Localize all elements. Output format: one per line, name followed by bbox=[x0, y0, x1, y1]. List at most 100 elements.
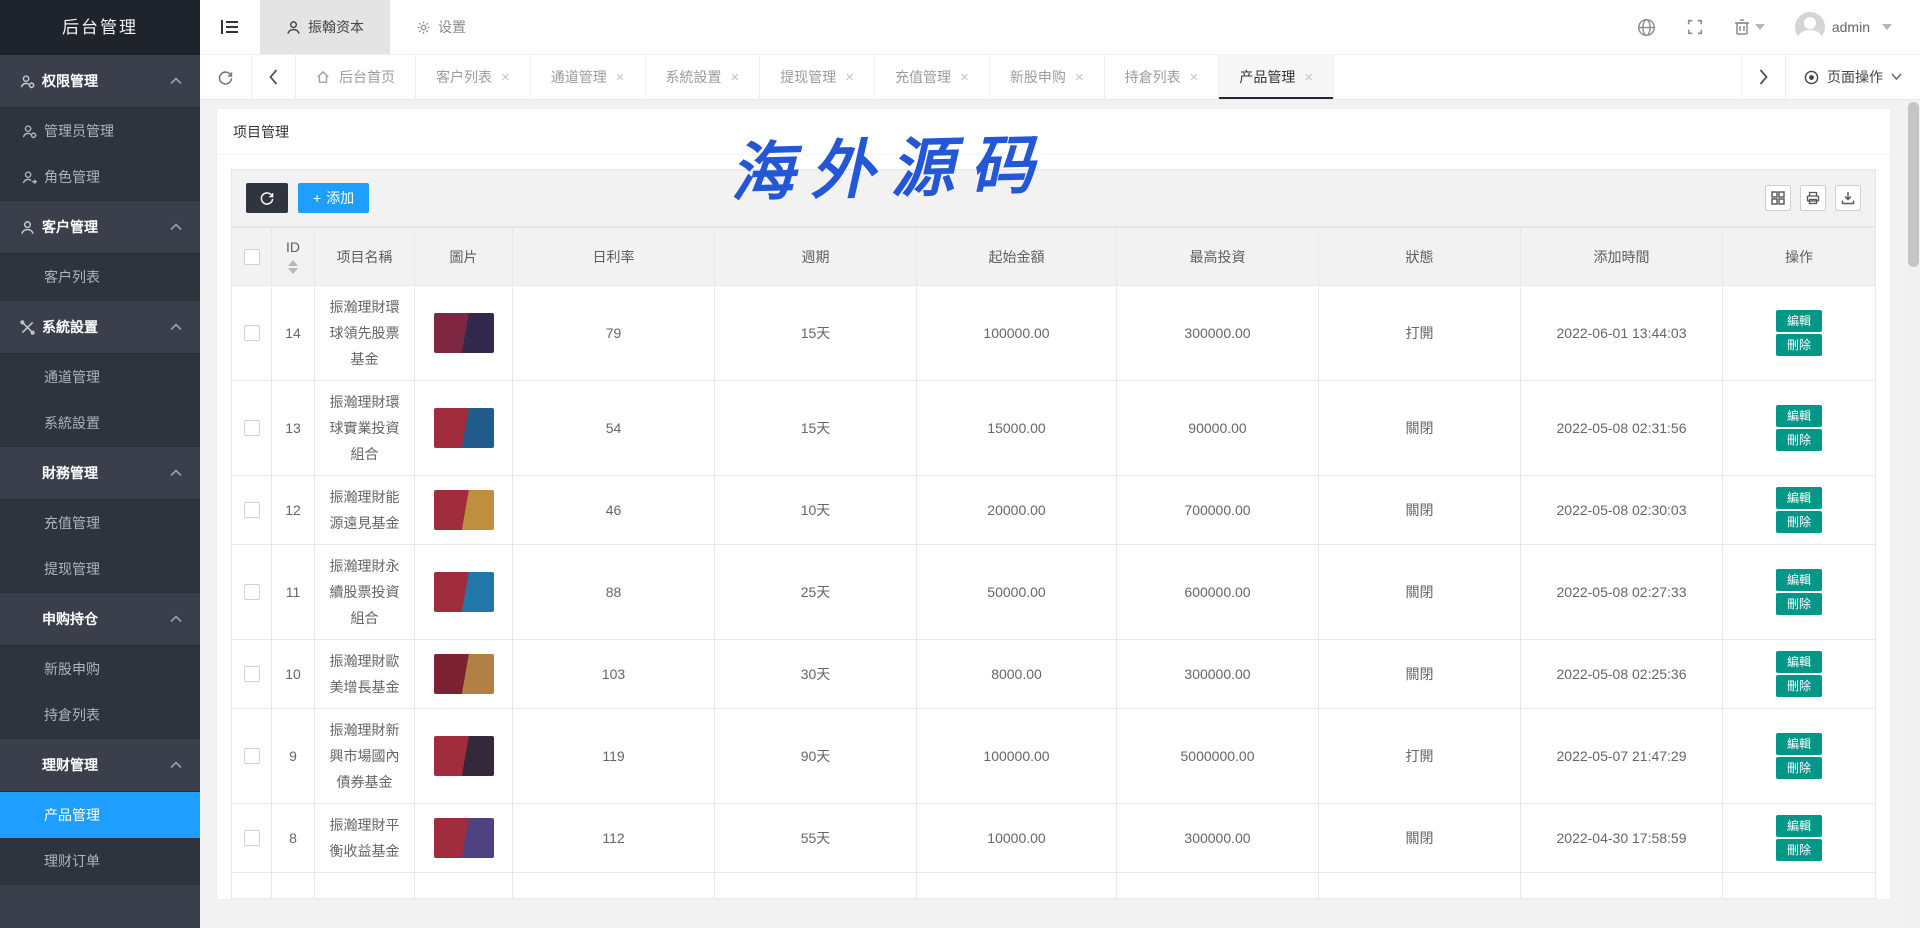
edit-button[interactable]: 編輯 bbox=[1776, 310, 1822, 332]
topbar-right: admin bbox=[1637, 0, 1920, 54]
sidebar-item[interactable]: 产品管理 bbox=[0, 792, 200, 838]
close-tab-icon[interactable]: × bbox=[960, 70, 969, 85]
page-operations-dropdown[interactable]: 页面操作 bbox=[1785, 55, 1920, 99]
page-tab[interactable]: 产品管理× bbox=[1219, 55, 1334, 99]
close-tab-icon[interactable]: × bbox=[1304, 70, 1313, 85]
sidebar-item-label: 管理员管理 bbox=[44, 121, 114, 141]
sidebar-section-header[interactable]: 客户管理 bbox=[0, 201, 200, 253]
page-tab-label: 提现管理 bbox=[780, 67, 836, 87]
close-tab-icon[interactable]: × bbox=[616, 70, 625, 85]
cell-max-invest: 700000.00 bbox=[1117, 476, 1319, 545]
page-tab[interactable]: 后台首页 bbox=[296, 55, 416, 99]
sidebar-item[interactable]: 新股申购 bbox=[0, 646, 200, 692]
cell-status: 打開 bbox=[1319, 709, 1521, 804]
page-tab[interactable]: 提现管理 × bbox=[760, 55, 875, 99]
scrollbar-thumb[interactable] bbox=[1908, 102, 1919, 267]
table-row-partial bbox=[232, 873, 1876, 899]
tabs-scroll-left-icon[interactable] bbox=[252, 55, 296, 99]
delete-button[interactable]: 刪除 bbox=[1776, 593, 1822, 615]
sidebar-item[interactable]: 理财订单 bbox=[0, 838, 200, 884]
chevron-up-icon bbox=[170, 761, 182, 769]
workspace-tab[interactable]: 振翰资本 bbox=[260, 0, 390, 54]
close-tab-icon[interactable]: × bbox=[845, 70, 854, 85]
delete-button[interactable]: 刪除 bbox=[1776, 511, 1822, 533]
table-row: 13振瀚理財環球實業投資組合5415天15000.0090000.00關閉202… bbox=[232, 381, 1876, 476]
row-checkbox[interactable] bbox=[244, 666, 260, 682]
row-checkbox[interactable] bbox=[244, 830, 260, 846]
collapse-sidebar-icon[interactable] bbox=[200, 0, 260, 54]
select-all-checkbox[interactable] bbox=[244, 249, 260, 265]
sidebar-section-header[interactable]: 权限管理 bbox=[0, 55, 200, 107]
columns-icon[interactable] bbox=[1765, 185, 1791, 211]
page-tab[interactable]: 系統設置× bbox=[646, 55, 761, 99]
cell-max-invest: 300000.00 bbox=[1117, 640, 1319, 709]
cell-name: 振瀚理財能源遠見基金 bbox=[315, 476, 415, 545]
user-caret-icon bbox=[1882, 24, 1892, 30]
close-tab-icon[interactable]: × bbox=[1075, 70, 1084, 85]
cell-daily-rate: 88 bbox=[513, 545, 715, 640]
page-tabs: 后台首页客户列表×通道管理×系統設置×提现管理×充值管理×新股申购×持倉列表×产… bbox=[296, 55, 1741, 99]
sidebar-section-header[interactable]: 系統設置 bbox=[0, 301, 200, 353]
cell-id: 12 bbox=[272, 476, 315, 545]
column-id[interactable]: ID bbox=[272, 228, 315, 286]
page-tab[interactable]: 持倉列表× bbox=[1105, 55, 1220, 99]
page-tab[interactable]: 通道管理× bbox=[531, 55, 646, 99]
fullscreen-icon[interactable] bbox=[1686, 18, 1704, 36]
cell-daily-rate: 119 bbox=[513, 709, 715, 804]
sidebar-item[interactable]: 管理员管理 bbox=[0, 108, 200, 154]
cell-id: 9 bbox=[272, 709, 315, 804]
table-row: 10振瀚理財歐美增長基金10330天8000.00300000.00關閉2022… bbox=[232, 640, 1876, 709]
sidebar-item[interactable]: 客户列表 bbox=[0, 254, 200, 300]
sidebar-item[interactable]: 提现管理 bbox=[0, 546, 200, 592]
row-checkbox[interactable] bbox=[244, 502, 260, 518]
globe-icon[interactable] bbox=[1637, 18, 1656, 37]
project-thumbnail bbox=[434, 654, 494, 694]
user-menu[interactable]: admin bbox=[1795, 12, 1892, 42]
edit-button[interactable]: 編輯 bbox=[1776, 733, 1822, 755]
sidebar-item[interactable]: 充值管理 bbox=[0, 500, 200, 546]
edit-button[interactable]: 編輯 bbox=[1776, 405, 1822, 427]
sidebar-item[interactable]: 系統設置 bbox=[0, 400, 200, 446]
print-icon[interactable] bbox=[1800, 185, 1826, 211]
delete-button[interactable]: 刪除 bbox=[1776, 839, 1822, 861]
tabs-scroll-right-icon[interactable] bbox=[1741, 55, 1785, 99]
edit-button[interactable]: 編輯 bbox=[1776, 569, 1822, 591]
close-tab-icon[interactable]: × bbox=[731, 70, 740, 85]
refresh-tabs-icon[interactable] bbox=[200, 55, 252, 99]
sort-icon[interactable] bbox=[276, 260, 310, 274]
row-checkbox[interactable] bbox=[244, 325, 260, 341]
edit-button[interactable]: 編輯 bbox=[1776, 487, 1822, 509]
refresh-button[interactable] bbox=[246, 183, 288, 213]
edit-button[interactable]: 編輯 bbox=[1776, 815, 1822, 837]
row-checkbox[interactable] bbox=[244, 748, 260, 764]
delete-button[interactable]: 刪除 bbox=[1776, 675, 1822, 697]
sidebar-section-header[interactable]: 申购持仓 bbox=[0, 593, 200, 645]
delete-button[interactable]: 刪除 bbox=[1776, 429, 1822, 451]
add-button[interactable]: + 添加 bbox=[298, 183, 369, 213]
close-tab-icon[interactable]: × bbox=[1190, 70, 1199, 85]
close-tab-icon[interactable]: × bbox=[501, 70, 510, 85]
edit-button[interactable]: 編輯 bbox=[1776, 651, 1822, 673]
sidebar-item[interactable]: 角色管理 bbox=[0, 154, 200, 200]
trash-icon[interactable] bbox=[1734, 18, 1765, 36]
chevron-down-icon bbox=[1891, 73, 1902, 81]
sidebar-item-label: 提现管理 bbox=[44, 559, 100, 579]
sidebar-item[interactable]: 通道管理 bbox=[0, 354, 200, 400]
delete-button[interactable]: 刪除 bbox=[1776, 757, 1822, 779]
workspace-tab[interactable]: 设置 bbox=[390, 0, 492, 54]
row-checkbox[interactable] bbox=[244, 584, 260, 600]
cell-period: 30天 bbox=[715, 640, 917, 709]
sidebar-item[interactable]: 持倉列表 bbox=[0, 692, 200, 738]
row-select-cell bbox=[232, 286, 272, 381]
cell-max-invest: 5000000.00 bbox=[1117, 709, 1319, 804]
tabstrip: 后台首页客户列表×通道管理×系統設置×提现管理×充值管理×新股申购×持倉列表×产… bbox=[200, 55, 1920, 100]
sidebar-section-header[interactable]: 理财管理 bbox=[0, 739, 200, 791]
sidebar-section-header[interactable]: 財務管理 bbox=[0, 447, 200, 499]
page-tab[interactable]: 新股申购× bbox=[990, 55, 1105, 99]
page-tab[interactable]: 充值管理× bbox=[875, 55, 990, 99]
delete-button[interactable]: 刪除 bbox=[1776, 334, 1822, 356]
row-checkbox[interactable] bbox=[244, 420, 260, 436]
export-icon[interactable] bbox=[1835, 185, 1861, 211]
page-tab[interactable]: 客户列表× bbox=[416, 55, 531, 99]
cell-added-time: 2022-05-08 02:31:56 bbox=[1521, 381, 1723, 476]
